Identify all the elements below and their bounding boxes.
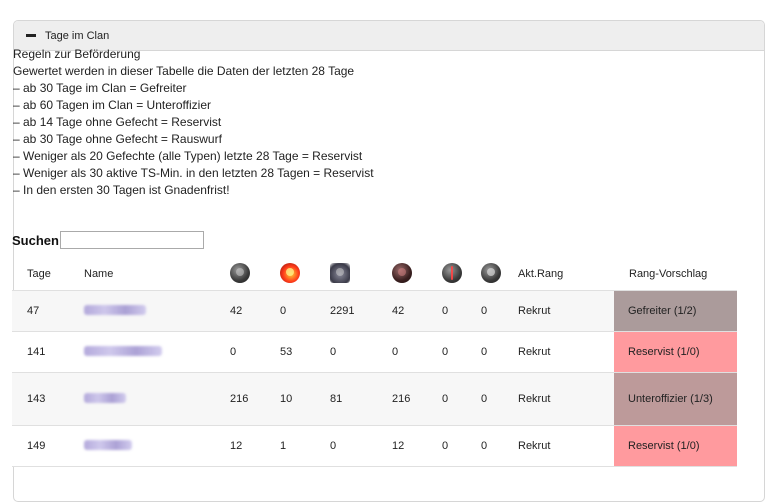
header-rang-vorschlag[interactable]: Rang-Vorschlag	[614, 258, 737, 291]
panel-title: Tage im Clan	[45, 29, 110, 42]
skull-icon	[481, 262, 501, 283]
cell-stat: 0	[442, 425, 481, 467]
table-row: 141 0 53 0 0 0 0 Rekrut Reservist (1/0)	[12, 331, 737, 373]
cell-stat: 12	[230, 425, 280, 467]
cell-stat: 53	[280, 331, 330, 373]
rules-line: – ab 14 Tage ohne Gefecht = Reservist	[13, 115, 222, 129]
cell-tage: 149	[12, 425, 84, 467]
table-row: 47 42 0 2291 42 0 0 Rekrut Gefreiter (1/…	[12, 290, 737, 332]
table-row: 143 216 10 81 216 0 0 Rekrut Unteroffizi…	[12, 372, 737, 426]
cell-stat: 216	[392, 372, 442, 426]
cell-stat: 0	[280, 290, 330, 332]
cell-rang-vorschlag: Gefreiter (1/2)	[614, 290, 737, 332]
search-label: Suchen	[12, 232, 59, 248]
cell-stat: 0	[442, 331, 481, 373]
cell-tage: 47	[12, 290, 84, 332]
cell-rang-vorschlag: Reservist (1/0)	[614, 425, 737, 467]
cell-tage: 141	[12, 331, 84, 373]
table-header-row: Tage Name Akt.Rang Rang-Vorschlag	[12, 258, 737, 291]
rank-table: Tage Name Akt.Rang Rang-Vorschlag 47 42 …	[12, 258, 737, 467]
rules-line: Regeln zur Beförderung	[13, 47, 141, 61]
search-input[interactable]	[59, 231, 204, 249]
cell-tage: 143	[12, 372, 84, 426]
cell-name[interactable]	[84, 425, 230, 467]
rules-line: – Weniger als 30 aktive TS-Min. in den l…	[13, 166, 374, 180]
header-medal[interactable]	[230, 258, 280, 291]
blurred-player-name[interactable]	[84, 304, 146, 315]
rules-line: – In den ersten 30 Tagen ist Gnadenfrist…	[13, 183, 230, 197]
header-fire[interactable]	[280, 258, 330, 291]
cell-stat: 0	[330, 425, 392, 467]
cell-stat: 216	[230, 372, 280, 426]
cell-stat: 12	[392, 425, 442, 467]
dagger-icon	[442, 262, 462, 283]
header-name[interactable]: Name	[84, 258, 230, 291]
cell-rang-vorschlag: Reservist (1/0)	[614, 331, 737, 373]
cell-stat: 1	[280, 425, 330, 467]
cell-akt-rang: Rekrut	[518, 331, 614, 373]
cell-stat: 42	[230, 290, 280, 332]
header-battle[interactable]	[392, 258, 442, 291]
tank-icon	[330, 262, 350, 283]
header-skull[interactable]	[481, 258, 518, 291]
rules-line: – ab 30 Tage ohne Gefecht = Rauswurf	[13, 132, 222, 146]
cell-stat: 0	[392, 331, 442, 373]
cell-akt-rang: Rekrut	[518, 425, 614, 467]
table-row: 149 12 1 0 12 0 0 Rekrut Reservist (1/0)	[12, 425, 737, 467]
cell-stat: 0	[481, 372, 518, 426]
cell-stat: 2291	[330, 290, 392, 332]
promotion-rules: Regeln zur Beförderung Gewertet werden i…	[13, 46, 374, 199]
header-tage[interactable]: Tage	[12, 258, 84, 291]
cell-stat: 0	[442, 290, 481, 332]
cell-stat: 0	[481, 425, 518, 467]
rules-line: – Weniger als 20 Gefechte (alle Typen) l…	[13, 149, 363, 163]
cell-akt-rang: Rekrut	[518, 372, 614, 426]
battle-icon	[392, 262, 412, 283]
cell-stat: 0	[481, 331, 518, 373]
blurred-player-name[interactable]	[84, 439, 132, 450]
cell-stat: 0	[442, 372, 481, 426]
cell-akt-rang: Rekrut	[518, 290, 614, 332]
rules-line: Gewertet werden in dieser Tabelle die Da…	[13, 64, 355, 78]
rules-line: – ab 30 Tage im Clan = Gefreiter	[13, 81, 187, 95]
blurred-player-name[interactable]	[84, 345, 162, 356]
rules-line: – ab 60 Tagen im Clan = Unteroffizier	[13, 98, 212, 112]
cell-stat: 0	[481, 290, 518, 332]
blurred-player-name[interactable]	[84, 392, 126, 403]
fire-icon	[280, 262, 300, 283]
cell-stat: 10	[280, 372, 330, 426]
search-box: Suchen	[12, 231, 204, 249]
header-dagger[interactable]	[442, 258, 481, 291]
header-tank[interactable]	[330, 258, 392, 291]
collapse-minus-icon[interactable]	[26, 34, 36, 37]
cell-stat: 42	[392, 290, 442, 332]
cell-rang-vorschlag: Unteroffizier (1/3)	[614, 372, 737, 426]
cell-name[interactable]	[84, 372, 230, 426]
cell-name[interactable]	[84, 331, 230, 373]
cell-stat: 0	[230, 331, 280, 373]
medal-icon	[230, 262, 250, 283]
cell-name[interactable]	[84, 290, 230, 332]
header-akt-rang[interactable]: Akt.Rang	[518, 258, 614, 291]
cell-stat: 81	[330, 372, 392, 426]
cell-stat: 0	[330, 331, 392, 373]
